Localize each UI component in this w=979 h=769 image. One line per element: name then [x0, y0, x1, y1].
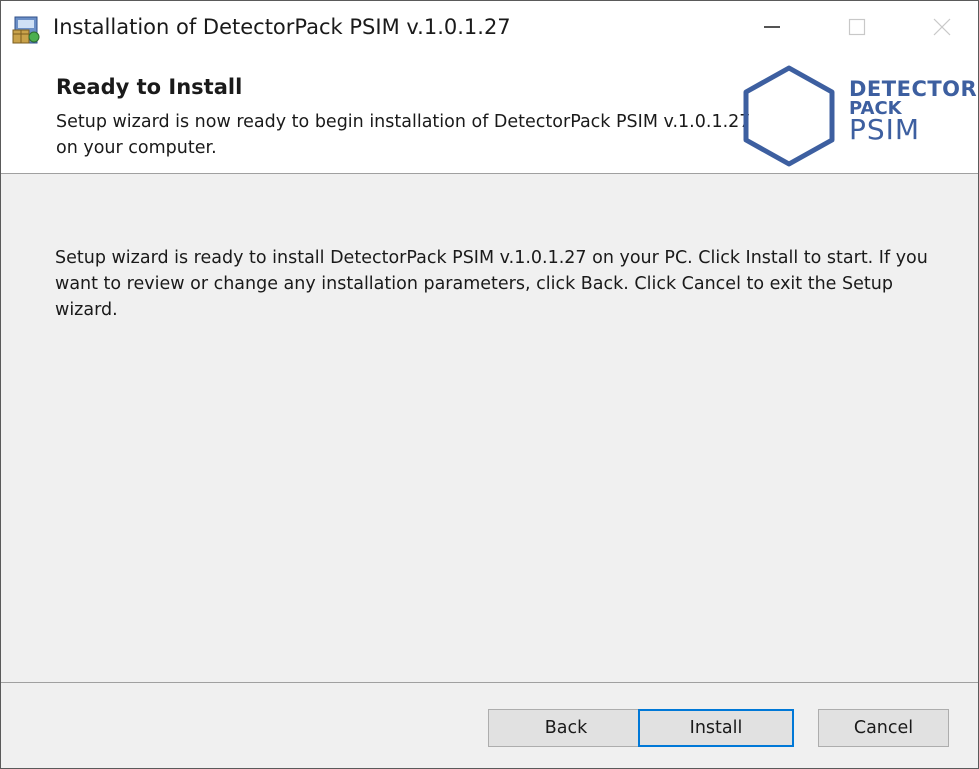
install-button[interactable]: Install: [638, 709, 794, 747]
installer-package-icon: [10, 14, 42, 46]
install-message: Setup wizard is ready to install Detecto…: [55, 248, 928, 320]
maximize-button[interactable]: [811, 1, 903, 57]
close-button[interactable]: [896, 1, 978, 57]
minimize-button[interactable]: [726, 1, 818, 57]
footer-divider: [1, 682, 978, 683]
maximize-icon: [847, 17, 867, 42]
logo-line-detector: DETECTOR: [849, 77, 978, 101]
header-banner: Ready to Install Setup wizard is now rea…: [1, 57, 978, 174]
minimize-icon: [762, 17, 782, 42]
close-icon: [932, 17, 952, 42]
hexagon-logo-icon: [739, 63, 839, 169]
product-logo: DETECTOR PACK PSIM: [849, 79, 977, 144]
cancel-button[interactable]: Cancel: [818, 709, 949, 747]
logo-line-psim: PSIM: [849, 113, 921, 146]
page-title: Ready to Install: [56, 75, 243, 99]
back-button[interactable]: Back: [488, 709, 644, 747]
page-description: Setup wizard is now ready to begin insta…: [56, 112, 751, 158]
window-title: Installation of DetectorPack PSIM v.1.0.…: [53, 15, 511, 39]
installer-window: Installation of DetectorPack PSIM v.1.0.…: [0, 0, 979, 769]
title-bar[interactable]: Installation of DetectorPack PSIM v.1.0.…: [1, 1, 978, 57]
